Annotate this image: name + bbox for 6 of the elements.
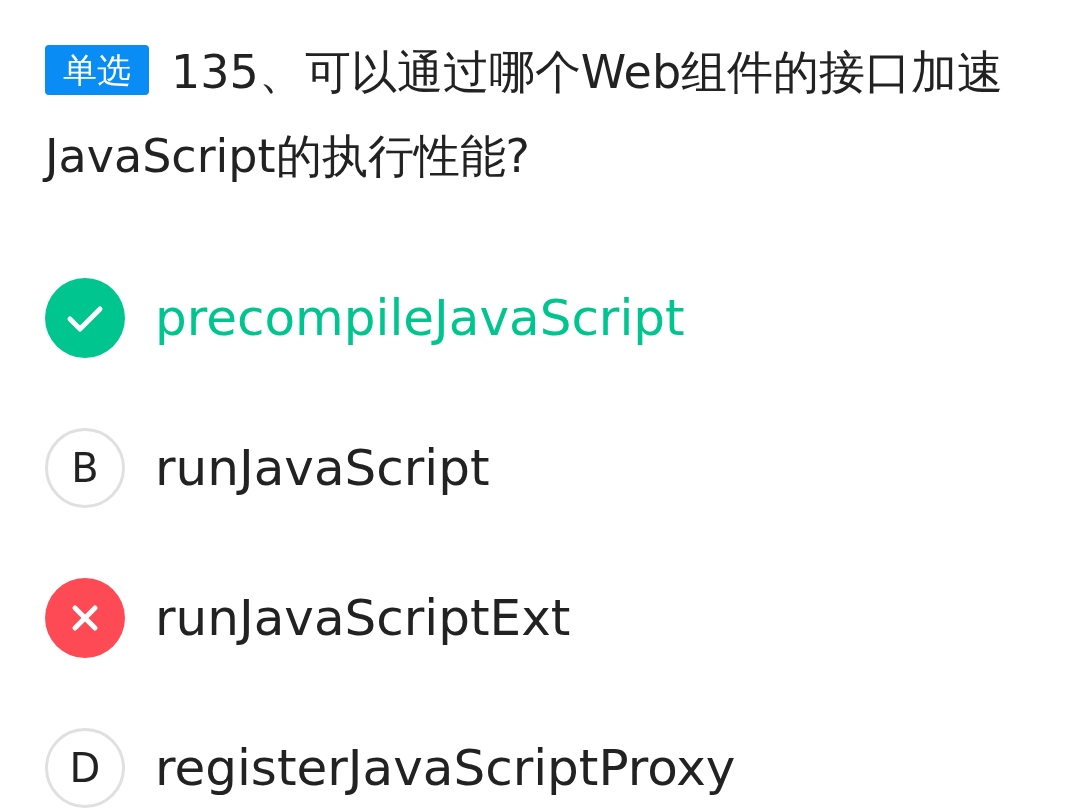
option-text[interactable]: registerJavaScriptProxy [155, 730, 736, 806]
option-letter: B [45, 428, 125, 508]
question-type-badge: 单选 [45, 45, 149, 95]
option-text[interactable]: runJavaScriptExt [155, 580, 571, 656]
option-letter: D [45, 728, 125, 808]
option-text[interactable]: runJavaScript [155, 430, 490, 506]
